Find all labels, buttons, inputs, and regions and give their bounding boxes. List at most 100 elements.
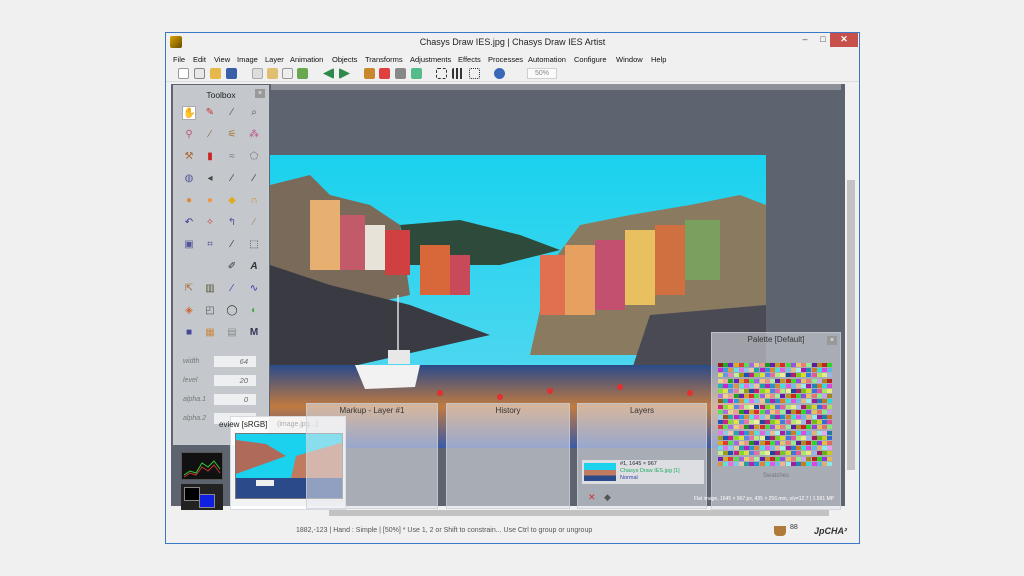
menu-image[interactable]: Image [237, 55, 258, 64]
hand-tool-icon[interactable]: ✋ [182, 106, 196, 120]
palette-swatch[interactable] [827, 461, 833, 466]
bezier-tool-icon[interactable]: ∿ [247, 282, 261, 296]
menu-help[interactable]: Help [651, 55, 666, 64]
palette-swatch[interactable] [827, 399, 833, 404]
move-layer-icon[interactable]: ◆ [604, 492, 611, 503]
knife-tool-icon[interactable]: ∕ [225, 172, 239, 186]
param-alpha1-field[interactable]: 0 [214, 394, 256, 405]
wave-tool-icon[interactable]: ≈ [225, 150, 239, 164]
line-tool-icon[interactable]: ∕ [225, 282, 239, 296]
palette-swatch[interactable] [827, 435, 833, 440]
fullscreen-icon[interactable] [469, 68, 480, 79]
layer-row[interactable]: #1, 1645 × 967 Chasys Draw IES.jpg [1] N… [582, 460, 704, 484]
crop-icon[interactable] [297, 68, 308, 79]
vertical-scrollbar[interactable] [845, 84, 857, 506]
palette-close-icon[interactable]: × [827, 336, 837, 345]
airbrush-tool-icon[interactable]: ⚟ [225, 128, 239, 142]
stamp-tool-icon[interactable]: ▣ [182, 238, 196, 252]
dropper-tool-icon[interactable]: ◍ [182, 172, 196, 186]
shapes-tool-icon[interactable]: ◈ [182, 304, 196, 318]
menu-file[interactable]: File [173, 55, 185, 64]
menu-view[interactable]: View [214, 55, 230, 64]
palette-swatch[interactable] [827, 394, 833, 399]
palette-swatch[interactable] [827, 363, 833, 367]
param-level-field[interactable]: 20 [214, 375, 256, 386]
gradient-tool-icon[interactable]: ◐ [247, 304, 261, 318]
spray-tool-icon[interactable]: ⁂ [247, 128, 261, 142]
print-icon[interactable] [395, 68, 406, 79]
color-selector[interactable] [181, 484, 223, 510]
warp-tool-icon[interactable]: ✧ [203, 216, 217, 230]
coffee-cup-icon[interactable] [774, 526, 786, 536]
crop-tool-icon[interactable]: ⌗ [203, 238, 217, 252]
vertical-scroll-thumb[interactable] [847, 180, 855, 470]
palette-swatch[interactable] [827, 441, 833, 445]
swatch-tool-icon[interactable]: ▤ [225, 326, 239, 340]
toolbox-close-icon[interactable]: × [255, 89, 265, 98]
minimize-button[interactable]: – [797, 33, 813, 47]
close-button[interactable]: ✕ [830, 33, 858, 47]
param-width-field[interactable]: 64 [214, 356, 256, 367]
blur-tool-icon[interactable]: ◂ [203, 172, 217, 186]
palette-swatch[interactable] [827, 451, 833, 456]
marker-tool-icon[interactable]: ▮ [203, 150, 217, 164]
line-picker-tool-icon[interactable]: ∕ [225, 238, 239, 252]
scan-icon[interactable] [411, 68, 422, 79]
menu-automation[interactable]: Automation [528, 55, 566, 64]
menu-transforms[interactable]: Transforms [365, 55, 403, 64]
paste-icon[interactable] [267, 68, 278, 79]
palette-swatch[interactable] [827, 378, 833, 383]
menu-configure[interactable]: Configure [574, 55, 607, 64]
maximize-button[interactable]: □ [815, 33, 831, 47]
corner-tool-icon[interactable]: ◰ [203, 304, 217, 318]
palette-swatch-grid[interactable] [718, 363, 834, 467]
palette-swatch[interactable] [827, 389, 833, 393]
text-tool-icon[interactable]: A [247, 260, 261, 274]
menu-window[interactable]: Window [616, 55, 643, 64]
sphere-tool-icon[interactable]: ● [182, 194, 196, 208]
menu-objects[interactable]: Objects [332, 55, 357, 64]
palette-swatch[interactable] [827, 383, 833, 388]
macro-tool-icon[interactable]: M [247, 326, 261, 340]
menu-adjustments[interactable]: Adjustments [410, 55, 451, 64]
rotate-tool-icon[interactable]: ↶ [182, 216, 196, 230]
select-tool-icon[interactable]: ⬚ [247, 238, 261, 252]
grid-icon[interactable] [452, 68, 463, 79]
palette-swatch[interactable] [827, 368, 833, 373]
horizontal-scroll-thumb[interactable] [329, 510, 829, 516]
menu-layer[interactable]: Layer [265, 55, 284, 64]
delete-layer-icon[interactable]: ✕ [588, 492, 596, 503]
menu-edit[interactable]: Edit [193, 55, 206, 64]
pencil-tool-icon[interactable]: ✎ [203, 106, 217, 120]
background-color-swatch[interactable] [199, 494, 215, 508]
smudge-tool-icon[interactable]: ∕ [203, 128, 217, 142]
eraser-tool-icon[interactable]: ⬠ [247, 150, 261, 164]
ring-tool-icon[interactable]: ◯ [225, 304, 239, 318]
pen-tool-icon[interactable]: ∕ [247, 172, 261, 186]
palette-swatch[interactable] [827, 446, 833, 451]
palette-swatch[interactable] [827, 373, 833, 378]
zoom-tool-icon[interactable]: ⌕ [247, 106, 261, 120]
help-icon[interactable] [494, 68, 505, 79]
color-tool-icon[interactable]: ▦ [203, 326, 217, 340]
palette-swatch[interactable] [827, 420, 833, 425]
dodge-tool-icon[interactable]: ● [203, 194, 217, 208]
menu-effects[interactable]: Effects [458, 55, 481, 64]
foreground-color-swatch[interactable] [184, 487, 200, 501]
magnet-tool-icon[interactable]: ∩ [247, 194, 261, 208]
palette-swatch[interactable] [827, 430, 833, 435]
palette-swatch[interactable] [827, 409, 833, 414]
new-file-icon[interactable] [178, 68, 189, 79]
tools-icon[interactable] [364, 68, 375, 79]
palette-swatch[interactable] [827, 425, 833, 430]
redo-icon[interactable] [339, 68, 350, 79]
menu-processes[interactable]: Processes [488, 55, 523, 64]
cube-tool-icon[interactable]: ■ [182, 326, 196, 340]
save-icon[interactable] [226, 68, 237, 79]
open-folder-icon[interactable] [210, 68, 221, 79]
menu-animation[interactable]: Animation [290, 55, 323, 64]
eyedropper-tool-icon[interactable]: ⁄ [225, 106, 239, 120]
clone-tool-icon[interactable]: ⚒ [182, 150, 196, 164]
palette-swatch[interactable] [827, 404, 833, 409]
image-icon[interactable] [379, 68, 390, 79]
